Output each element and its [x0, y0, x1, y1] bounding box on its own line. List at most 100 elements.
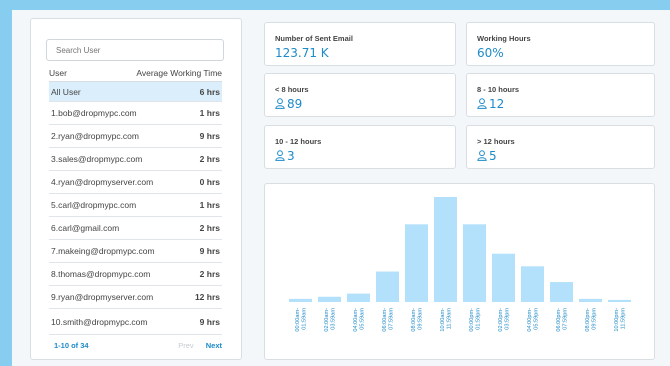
- x-tick-label: 10:00pm- 11:59pm: [614, 308, 627, 332]
- x-tick-label: 06:00am- 07:59am: [382, 308, 395, 332]
- x-tick-label-part: 10:00am-: [440, 308, 446, 332]
- sent-email-label: Number of Sent Email: [275, 34, 353, 43]
- h10-12-hours-count: 3: [287, 149, 295, 163]
- chart-bar[interactable]: [579, 298, 602, 302]
- x-tick-label-part: 01:59pm: [476, 308, 482, 330]
- gt12-hours-card[interactable]: > 12 hours 5: [466, 125, 655, 169]
- h8-10-hours-count: 12: [489, 97, 505, 111]
- h10-12-hours-label: 10 - 12 hours: [275, 137, 322, 146]
- average-hours: 2 hrs: [199, 269, 220, 279]
- chart-bar[interactable]: [434, 197, 457, 302]
- x-tick-label: 04:00am- 05:59am: [353, 308, 366, 332]
- user-email: All User: [51, 86, 81, 97]
- user-email: 5.carl@dropmypc.com: [51, 200, 137, 210]
- x-tick-label: 04:00pm- 05:59pm: [527, 308, 540, 332]
- chart-bar[interactable]: [347, 293, 370, 302]
- table-row[interactable]: 7.makeing@dropmypc.com 9 hrs: [49, 240, 222, 263]
- page-count: 1-10 of 34: [54, 341, 89, 350]
- user-email: 10.smith@dropmypc.com: [51, 316, 148, 327]
- user-email: 8.thomas@dropmypc.com: [51, 269, 151, 279]
- h8-10-hours-label: 8 - 10 hours: [477, 85, 520, 94]
- user-email: 4.ryan@dropmyserver.com: [51, 177, 154, 187]
- table-row[interactable]: 6.carl@gmail.com 2 hrs: [49, 217, 222, 240]
- table-header: User Average Working Time: [49, 68, 222, 82]
- table-row[interactable]: 10.smith@dropmypc.com 9 hrs: [49, 309, 222, 335]
- sent-email-card: Number of Sent Email 123.71 K: [264, 22, 456, 66]
- average-hours: 1 hrs: [199, 108, 220, 118]
- chart-bar[interactable]: [289, 298, 312, 302]
- user-icon: [275, 98, 285, 112]
- column-header-user: User: [49, 68, 67, 78]
- user-email: 6.carl@gmail.com: [51, 223, 120, 233]
- lt8-hours-count: 89: [287, 97, 303, 111]
- gt12-hours-value: 5: [477, 149, 497, 164]
- h8-10-hours-card[interactable]: 8 - 10 hours 12: [466, 73, 655, 117]
- pagination: 1-10 of 34 Prev Next: [54, 341, 222, 350]
- x-tick-label-part: 03:59pm: [505, 308, 511, 330]
- x-tick-label: 10:00am- 11:59am: [440, 308, 453, 332]
- user-list-panel: User Average Working Time All User 6 hrs 1…: [30, 18, 242, 360]
- column-header-average-time: Average Working Time: [136, 68, 222, 78]
- x-tick-label-part: 09:59am: [418, 308, 424, 330]
- lt8-hours-label: < 8 hours: [275, 85, 309, 94]
- chart-bar[interactable]: [521, 266, 544, 302]
- user-email: 2.ryan@dropmypc.com: [51, 131, 139, 141]
- prev-page-button[interactable]: Prev: [178, 341, 193, 350]
- next-page-button[interactable]: Next: [206, 341, 222, 350]
- user-icon: [275, 150, 285, 164]
- user-table-body: All User 6 hrs 1.bob@dropmypc.com 1 hrs 2.ry…: [49, 82, 222, 335]
- table-row[interactable]: 1.bob@dropmypc.com 1 hrs: [49, 102, 222, 125]
- x-tick-label-part: 02:00am-: [324, 308, 330, 332]
- average-hours: 12 hrs: [194, 292, 220, 302]
- gt12-hours-label: > 12 hours: [477, 137, 515, 146]
- chart-bar[interactable]: [463, 224, 486, 302]
- lt8-hours-card[interactable]: < 8 hours 89: [264, 73, 456, 117]
- user-email: 1.bob@dropmypc.com: [51, 108, 137, 118]
- table-row[interactable]: 2.ryan@dropmypc.com 9 hrs: [49, 125, 222, 148]
- table-row[interactable]: All User 6 hrs: [49, 82, 222, 102]
- x-tick-label-part: 10:00pm-: [614, 308, 620, 332]
- average-hours: 9 hrs: [199, 316, 220, 327]
- h10-12-hours-card[interactable]: 10 - 12 hours 3: [264, 125, 456, 169]
- user-email: 7.makeing@dropmypc.com: [51, 246, 155, 256]
- x-tick-label: 02:00pm- 03:59pm: [498, 308, 511, 332]
- working-hours-label: Working Hours: [477, 34, 531, 43]
- x-tick-label-part: 07:59pm: [563, 308, 569, 330]
- table-row[interactable]: 3.sales@dropmypc.com 2 hrs: [49, 148, 222, 171]
- chart-bar[interactable]: [405, 224, 428, 302]
- average-hours: 2 hrs: [199, 223, 220, 233]
- table-row[interactable]: 9.ryan@dropmyserver.com 12 hrs: [49, 286, 222, 309]
- x-tick-label-part: 06:00pm-: [556, 308, 562, 332]
- average-hours: 6 hrs: [199, 86, 220, 97]
- table-row[interactable]: 8.thomas@dropmypc.com 2 hrs: [49, 263, 222, 286]
- average-hours: 9 hrs: [199, 131, 220, 141]
- x-tick-label-part: 06:00am-: [382, 308, 388, 332]
- x-tick-label-part: 07:59am: [389, 308, 395, 330]
- average-hours: 1 hrs: [199, 200, 220, 210]
- chart-bar[interactable]: [492, 253, 515, 302]
- h10-12-hours-value: 3: [275, 149, 295, 164]
- search-input[interactable]: [46, 39, 224, 61]
- x-tick-label: 06:00pm- 07:59pm: [556, 308, 569, 332]
- chart-bar[interactable]: [318, 296, 341, 302]
- x-tick-label-part: 11:59am: [447, 308, 453, 330]
- x-tick-label-part: 11:59pm: [621, 308, 627, 330]
- average-hours: 9 hrs: [199, 246, 220, 256]
- lt8-hours-value: 89: [275, 97, 302, 112]
- user-email: 3.sales@dropmypc.com: [51, 154, 143, 164]
- table-row[interactable]: 5.carl@dropmypc.com 1 hrs: [49, 194, 222, 217]
- x-tick-label-part: 01:59am: [302, 308, 308, 330]
- x-tick-label-part: 08:00am-: [411, 308, 417, 332]
- user-email: 9.ryan@dropmyserver.com: [51, 292, 154, 302]
- x-tick-label-part: 05:59pm: [534, 308, 540, 330]
- table-row[interactable]: 4.ryan@dropmyserver.com 0 hrs: [49, 171, 222, 194]
- x-tick-label-part: 09:59pm: [592, 308, 598, 330]
- working-hours-card: Working Hours 60%: [466, 22, 655, 66]
- chart-bar[interactable]: [550, 282, 573, 302]
- working-hours-value: 60%: [477, 46, 504, 60]
- chart-bar[interactable]: [608, 299, 631, 302]
- chart-bar[interactable]: [376, 271, 399, 302]
- hourly-activity-chart-card: 00:00am- 01:59am 02:00am- 03:59am 04:00am- 05…: [264, 183, 655, 360]
- x-tick-label-part: 04:00am-: [353, 308, 359, 332]
- x-tick-label-part: 02:00pm-: [498, 308, 504, 332]
